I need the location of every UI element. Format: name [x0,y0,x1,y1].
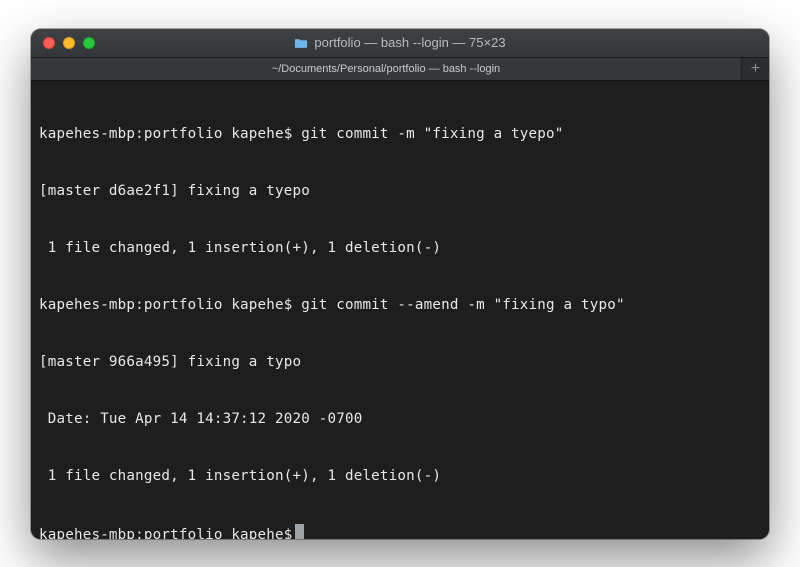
terminal-line: [master 966a495] fixing a typo [39,353,761,372]
terminal-line: kapehes-mbp:portfolio kapehe$ git commit… [39,296,761,315]
cursor-icon [295,524,304,539]
terminal-body[interactable]: kapehes-mbp:portfolio kapehe$ git commit… [31,81,769,539]
terminal-line: 1 file changed, 1 insertion(+), 1 deleti… [39,467,761,486]
terminal-line: [master d6ae2f1] fixing a tyepo [39,182,761,201]
terminal-line: 1 file changed, 1 insertion(+), 1 deleti… [39,239,761,258]
folder-icon [294,37,308,48]
tab-active[interactable]: ~/Documents/Personal/portfolio — bash --… [31,58,741,80]
traffic-lights [31,37,95,49]
terminal-prompt: kapehes-mbp:portfolio kapehe$ [39,527,293,539]
terminal-line: Date: Tue Apr 14 14:37:12 2020 -0700 [39,410,761,429]
tab-label: ~/Documents/Personal/portfolio — bash --… [272,63,500,75]
terminal-line: kapehes-mbp:portfolio kapehe$ git commit… [39,125,761,144]
close-icon[interactable] [43,37,55,49]
terminal-window: portfolio — bash --login — 75×23 ~/Docum… [31,29,769,539]
terminal-prompt-line: kapehes-mbp:portfolio kapehe$ [39,524,761,539]
plus-icon: + [751,60,760,78]
add-tab-button[interactable]: + [741,58,769,80]
titlebar[interactable]: portfolio — bash --login — 75×23 [31,29,769,57]
window-title: portfolio — bash --login — 75×23 [31,35,769,50]
tab-bar: ~/Documents/Personal/portfolio — bash --… [31,57,769,81]
window-title-text: portfolio — bash --login — 75×23 [314,35,505,50]
maximize-icon[interactable] [83,37,95,49]
minimize-icon[interactable] [63,37,75,49]
